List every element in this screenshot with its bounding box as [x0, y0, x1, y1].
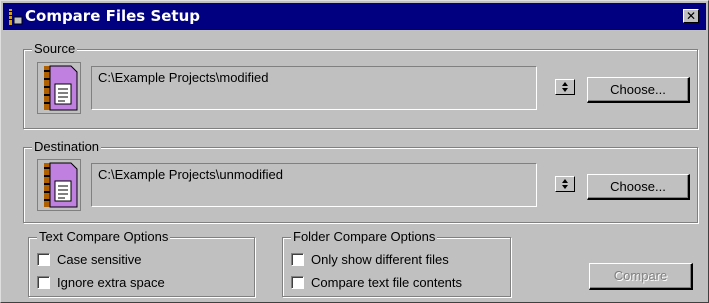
- compare-button[interactable]: Compare: [589, 263, 693, 290]
- compare-files-setup-dialog: Compare Files Setup ✕ Source C:\Example …: [0, 0, 709, 303]
- compare-text-file-contents-label: Compare text file contents: [311, 275, 463, 290]
- ignore-extra-space-checkbox[interactable]: [37, 276, 50, 289]
- folder-compare-options-group: Folder Compare Options Only show differe…: [282, 229, 511, 297]
- source-group: Source C:\Example Projects\modified Choo…: [23, 41, 698, 129]
- source-path-text: C:\Example Projects\modified: [98, 70, 269, 85]
- destination-path-text: C:\Example Projects\unmodified: [98, 167, 283, 182]
- destination-path-field[interactable]: C:\Example Projects\unmodified: [91, 163, 537, 207]
- source-choose-label: Choose...: [610, 82, 666, 97]
- text-compare-options-group: Text Compare Options Case sensitive Igno…: [28, 229, 255, 297]
- compare-button-label: Compare: [613, 268, 668, 283]
- source-file-icon: [37, 62, 81, 114]
- destination-choose-label: Choose...: [610, 179, 666, 194]
- window-title: Compare Files Setup: [25, 7, 201, 25]
- destination-group: Destination C:\Example Projects\unmodifi…: [23, 139, 698, 223]
- text-compare-options-label: Text Compare Options: [37, 229, 171, 245]
- destination-group-label: Destination: [32, 139, 102, 155]
- title-bar[interactable]: Compare Files Setup ✕: [3, 3, 706, 30]
- compare-text-file-contents-checkbox[interactable]: [291, 276, 304, 289]
- case-sensitive-label: Case sensitive: [57, 252, 142, 267]
- source-choose-button[interactable]: Choose...: [587, 77, 690, 103]
- destination-spinner-icon[interactable]: [555, 176, 575, 192]
- close-icon[interactable]: ✕: [683, 9, 699, 23]
- case-sensitive-checkbox[interactable]: [37, 253, 50, 266]
- source-group-label: Source: [32, 41, 78, 57]
- folder-compare-options-label: Folder Compare Options: [291, 229, 438, 245]
- app-icon: [9, 9, 23, 25]
- destination-choose-button[interactable]: Choose...: [587, 174, 690, 200]
- only-show-different-files-checkbox[interactable]: [291, 253, 304, 266]
- destination-file-icon: [37, 159, 81, 211]
- source-spinner-icon[interactable]: [555, 79, 575, 95]
- only-show-different-files-label: Only show different files: [311, 252, 449, 267]
- source-path-field[interactable]: C:\Example Projects\modified: [91, 66, 537, 110]
- ignore-extra-space-label: Ignore extra space: [57, 275, 165, 290]
